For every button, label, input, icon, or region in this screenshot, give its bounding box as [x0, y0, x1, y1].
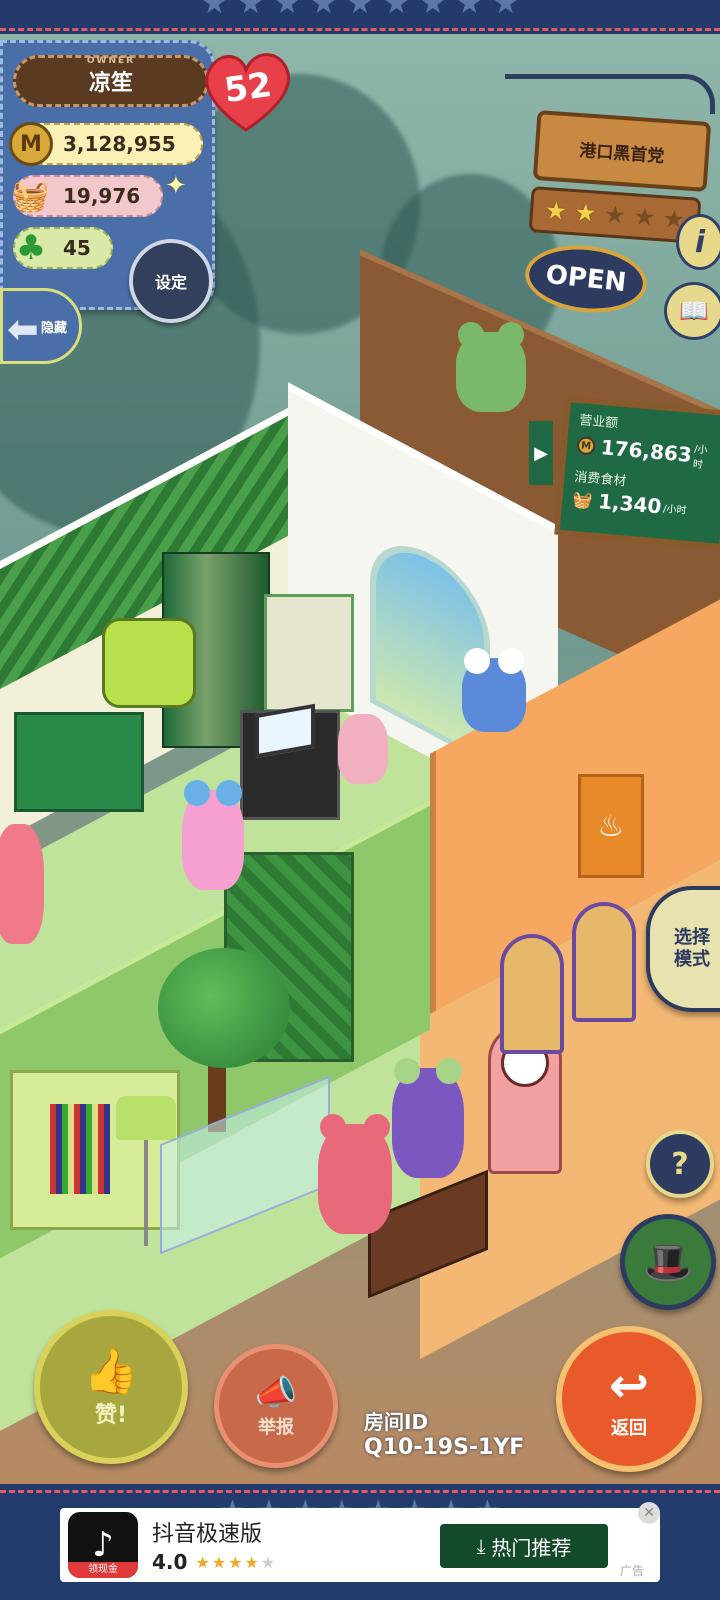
stove[interactable]	[14, 712, 144, 812]
rating-stars-icon: ★★★★★	[195, 1553, 277, 1572]
return-label: 返回	[611, 1418, 647, 1439]
food-basket-icon: 🧺	[12, 178, 50, 214]
help-icon: ?	[671, 1146, 689, 1182]
revenue-unit: /小时	[692, 444, 708, 471]
ad-close-button[interactable]: ✕	[638, 1502, 660, 1524]
star-empty-icon: ★	[632, 202, 657, 232]
ad-cta-label: 热门推荐	[491, 1535, 572, 1560]
food-balance: 🧺 19,976	[12, 175, 163, 217]
sales-board[interactable]: 营业额 M 176,863 /小时 消费食材 🧺 1,340 /小时	[554, 396, 720, 550]
food-consumed-value: 1,340	[597, 489, 663, 519]
likes-count: 52	[221, 64, 275, 112]
tiktok-app-icon: ♪ 领现金	[68, 1512, 138, 1578]
hide-button[interactable]: ⬅ 隐藏	[0, 288, 82, 364]
decor-tree[interactable]	[158, 948, 290, 1068]
shop-rating-stars: ★ ★ ★ ★ ★	[528, 186, 702, 244]
close-icon: ✕	[643, 1505, 655, 1521]
ad-rating-value: 4.0	[152, 1550, 188, 1574]
chair[interactable]	[572, 902, 636, 1022]
coin-icon: M	[9, 122, 53, 166]
food-value: 19,976	[63, 184, 141, 208]
sink[interactable]	[264, 594, 354, 712]
like-label: 赞!	[94, 1403, 128, 1428]
info-icon: i	[694, 224, 706, 260]
thumbs-up-icon: 👍	[83, 1346, 139, 1397]
settings-label: 设定	[154, 273, 187, 292]
room-id-label: 房间ID	[364, 1410, 429, 1434]
top-star-border: ★ ★ ★ ★ ★ ★ ★ ★ ★	[0, 0, 720, 34]
hot-spring-curtain-icon: ♨	[578, 774, 644, 878]
hat-button[interactable]: 🎩	[620, 1214, 716, 1310]
clover-value: 45	[63, 236, 91, 260]
select-mode-label: 选择 模式	[674, 927, 710, 970]
rice-cooker[interactable]	[102, 618, 196, 708]
clover-icon: ♣	[15, 228, 47, 268]
rating-star-icon: ★	[260, 1552, 278, 1572]
star-filled-icon: ★	[544, 196, 568, 226]
pink-bear-character[interactable]	[0, 824, 44, 944]
likes-heart-badge: 52	[200, 52, 292, 134]
clover-balance: ♣ 45	[13, 227, 113, 269]
board-toggle-arrow-icon[interactable]: ▶	[526, 418, 556, 488]
ad-icon-tag: 领现金	[68, 1562, 138, 1578]
shop-name-sign: 港口黑首党	[532, 110, 712, 192]
sparkle-icon: ✦	[165, 171, 187, 201]
star-empty-icon: ★	[603, 200, 627, 230]
rating-star-icon: ★	[244, 1552, 261, 1572]
star-filled-icon: ★	[573, 198, 598, 228]
return-button[interactable]: ↩ 返回	[556, 1326, 702, 1472]
chair[interactable]	[500, 934, 564, 1054]
owner-panel: OWNER 凉笙 M 3,128,955 🧺 19,976 ✦ ♣ 45 设定	[0, 40, 215, 323]
report-button[interactable]: 📣 举报	[214, 1344, 338, 1468]
owner-name: 凉笙	[88, 71, 133, 96]
owner-label: OWNER	[86, 56, 136, 66]
food-consumed-unit: /小时	[662, 503, 687, 517]
ad-cta-button[interactable]: ⤓ 热门推荐	[440, 1524, 608, 1568]
settings-button[interactable]: 设定	[129, 239, 213, 323]
rating-star-icon: ★	[195, 1552, 212, 1572]
lamp-pole	[144, 1138, 148, 1246]
ad-banner[interactable]: ♪ 领现金 抖音极速版 4.0 ★★★★★ ⤓ 热门推荐 ✕ 广告	[60, 1502, 660, 1582]
whistle-icon: 📣	[254, 1373, 298, 1413]
ad-rating: 4.0 ★★★★★	[152, 1550, 277, 1574]
blue-bear-character[interactable]	[182, 780, 244, 890]
coin-value: 3,128,955	[63, 132, 176, 156]
floor-lamp[interactable]	[116, 1096, 176, 1140]
hide-label: 隐藏	[40, 320, 67, 336]
ad-label: 广告	[620, 1564, 645, 1578]
help-button[interactable]: ?	[646, 1130, 714, 1198]
king-bear-character[interactable]	[392, 1058, 464, 1178]
like-button[interactable]: 👍 赞!	[34, 1310, 188, 1464]
open-label: OPEN	[544, 259, 628, 299]
report-label: 举报	[258, 1417, 294, 1438]
shop-name: 港口黑首党	[578, 140, 665, 167]
books	[50, 1104, 110, 1194]
owner-name-tag[interactable]: OWNER 凉笙	[13, 55, 209, 107]
rating-star-icon: ★	[211, 1552, 229, 1572]
hat-icon: 🎩	[643, 1239, 693, 1286]
left-arrow-icon: ⬅	[7, 307, 39, 351]
guide-book-button[interactable]: 📖	[664, 282, 720, 340]
pink-bear-character[interactable]	[318, 1114, 392, 1234]
download-icon: ⤓	[476, 1534, 486, 1558]
chef-bear-character[interactable]	[462, 648, 526, 732]
food-basket-icon: 🧺	[571, 489, 594, 510]
coin-icon: M	[576, 436, 596, 456]
cash-register[interactable]	[240, 703, 340, 820]
sign-bracket	[505, 74, 715, 114]
book-icon: 📖	[679, 297, 709, 325]
room-id: 房间ID Q10-19S-1YF	[364, 1406, 524, 1460]
green-bear-character[interactable]	[456, 322, 526, 412]
room-id-value: Q10-19S-1YF	[364, 1435, 525, 1460]
select-mode-button[interactable]: 选择 模式	[646, 886, 720, 1012]
ad-app-name: 抖音极速版	[152, 1522, 263, 1547]
return-arrow-icon: ↩	[608, 1358, 650, 1414]
pink-bunny-character[interactable]	[338, 714, 388, 784]
rating-star-icon: ★	[228, 1552, 245, 1572]
revenue-value: 176,863	[599, 435, 693, 467]
info-button[interactable]: i	[676, 214, 720, 270]
coin-balance: M 3,128,955	[9, 122, 203, 166]
